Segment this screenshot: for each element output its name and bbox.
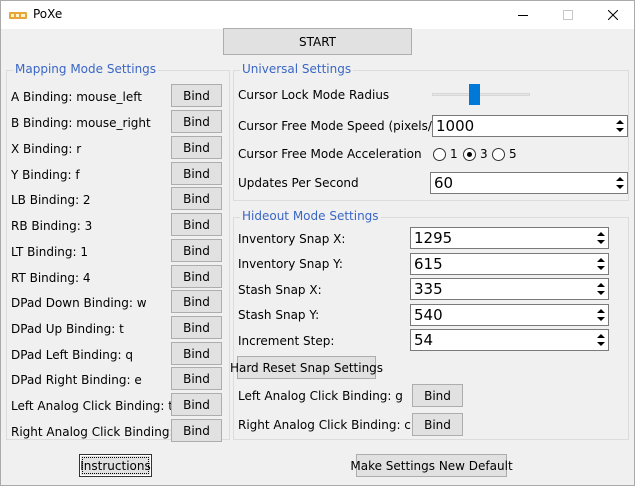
app-logo-icon [9,12,27,19]
universal-settings-title: Universal Settings [240,62,354,76]
spin-arrows-icon[interactable] [595,280,607,298]
lock-radius-label: Cursor Lock Mode Radius [238,88,390,102]
mapping-bind-button[interactable]: Bind [171,316,222,339]
instructions-button[interactable]: Instructions [79,454,152,477]
minimize-icon [517,15,528,16]
mapping-binding-label: A Binding: mouse_left [11,90,142,104]
inventory-y-label: Inventory Snap Y: [238,257,343,271]
inventory-x-stepper[interactable]: 1295 [410,227,609,249]
mapping-mode-title: Mapping Mode Settings [13,62,159,76]
spin-arrows-icon[interactable] [595,331,607,349]
mapping-binding-label: RB Binding: 3 [11,219,93,233]
mapping-binding-label: LT Binding: 1 [11,245,89,259]
window-title: PoXe [33,7,63,21]
mapping-bind-button[interactable]: Bind [171,393,222,416]
mapping-bind-button[interactable]: Bind [171,110,222,133]
close-icon [607,10,618,20]
updates-stepper[interactable]: 60 [430,172,628,194]
make-default-button[interactable]: Make Settings New Default [350,454,513,477]
mapping-bind-button[interactable]: Bind [171,136,222,159]
mapping-bind-button[interactable]: Bind [171,84,222,107]
stash-y-value: 540 [414,306,443,324]
accel-radio-5[interactable] [492,148,505,161]
inventory-x-label: Inventory Snap X: [238,232,346,246]
accel-radio-1[interactable] [433,148,446,161]
inventory-y-value: 615 [414,255,443,273]
free-speed-stepper[interactable]: 1000 [432,115,628,137]
mapping-bind-button[interactable]: Bind [171,162,222,185]
mapping-binding-label: LB Binding: 2 [11,193,91,207]
title-bar: PoXe [1,1,634,29]
mapping-binding-label: Y Binding: f [11,168,80,182]
mapping-binding-label: DPad Down Binding: w [11,296,147,310]
spin-arrows-icon[interactable] [595,255,607,273]
mapping-bind-button[interactable]: Bind [171,342,222,365]
mapping-bind-button[interactable]: Bind [171,187,222,210]
maximize-icon [562,10,573,20]
updates-value: 60 [434,174,454,192]
increment-step-value: 54 [414,331,434,349]
mapping-binding-label: X Binding: r [11,142,82,156]
mapping-binding-label: DPad Left Binding: q [11,348,133,362]
left-analog-click-bind-button[interactable]: Bind [412,384,463,407]
mapping-binding-label: DPad Right Binding: e [11,373,142,387]
spin-arrows-icon[interactable] [595,229,607,247]
accel-option-3-label: 3 [480,147,488,161]
right-analog-click-label: Right Analog Click Binding: c [238,418,411,432]
right-analog-click-bind-button[interactable]: Bind [412,413,463,436]
mapping-binding-label: Left Analog Click Binding: tab [11,399,188,413]
acceleration-label: Cursor Free Mode Acceleration [238,147,422,161]
inventory-x-value: 1295 [414,229,453,247]
accel-option-1-label: 1 [450,147,458,161]
lock-radius-slider-thumb[interactable] [468,84,480,105]
spin-arrows-icon[interactable] [614,117,626,135]
hard-reset-button[interactable]: Hard Reset Snap Settings [230,356,383,379]
stash-y-label: Stash Snap Y: [238,308,320,322]
mapping-bind-button[interactable]: Bind [171,290,222,313]
hideout-mode-title: Hideout Mode Settings [240,209,381,223]
mapping-bind-button[interactable]: Bind [171,419,222,442]
stash-y-stepper[interactable]: 540 [410,304,609,326]
stash-x-value: 335 [414,280,443,298]
stash-x-label: Stash Snap X: [238,283,322,297]
mapping-binding-label: RT Binding: 4 [11,271,91,285]
mapping-bind-button[interactable]: Bind [171,213,222,236]
minimize-button[interactable] [500,1,545,29]
start-button[interactable]: START [223,28,412,55]
mapping-bind-button[interactable]: Bind [171,265,222,288]
close-button[interactable] [590,1,635,29]
mapping-bind-button[interactable]: Bind [171,367,222,390]
inventory-y-stepper[interactable]: 615 [410,253,609,275]
spin-arrows-icon[interactable] [614,174,626,192]
accel-option-5-label: 5 [509,147,517,161]
lock-radius-slider-track[interactable] [432,93,530,96]
stash-x-stepper[interactable]: 335 [410,278,609,300]
mapping-binding-label: DPad Up Binding: t [11,322,124,336]
updates-label: Updates Per Second [238,176,359,190]
increment-step-label: Increment Step: [238,334,335,348]
spin-arrows-icon[interactable] [595,306,607,324]
app-window: PoXe START Mapping Mode Settings A Bindi… [0,0,635,486]
mapping-bind-button[interactable]: Bind [171,239,222,262]
left-analog-click-label: Left Analog Click Binding: g [238,389,403,403]
mapping-binding-label: Right Analog Click Binding: g [11,425,185,439]
maximize-button[interactable] [545,1,590,29]
free-speed-value: 1000 [436,117,475,135]
free-speed-label: Cursor Free Mode Speed (pixels/sec) [238,119,457,133]
accel-radio-3[interactable] [463,148,476,161]
increment-step-stepper[interactable]: 54 [410,329,609,351]
mapping-binding-label: B Binding: mouse_right [11,116,151,130]
